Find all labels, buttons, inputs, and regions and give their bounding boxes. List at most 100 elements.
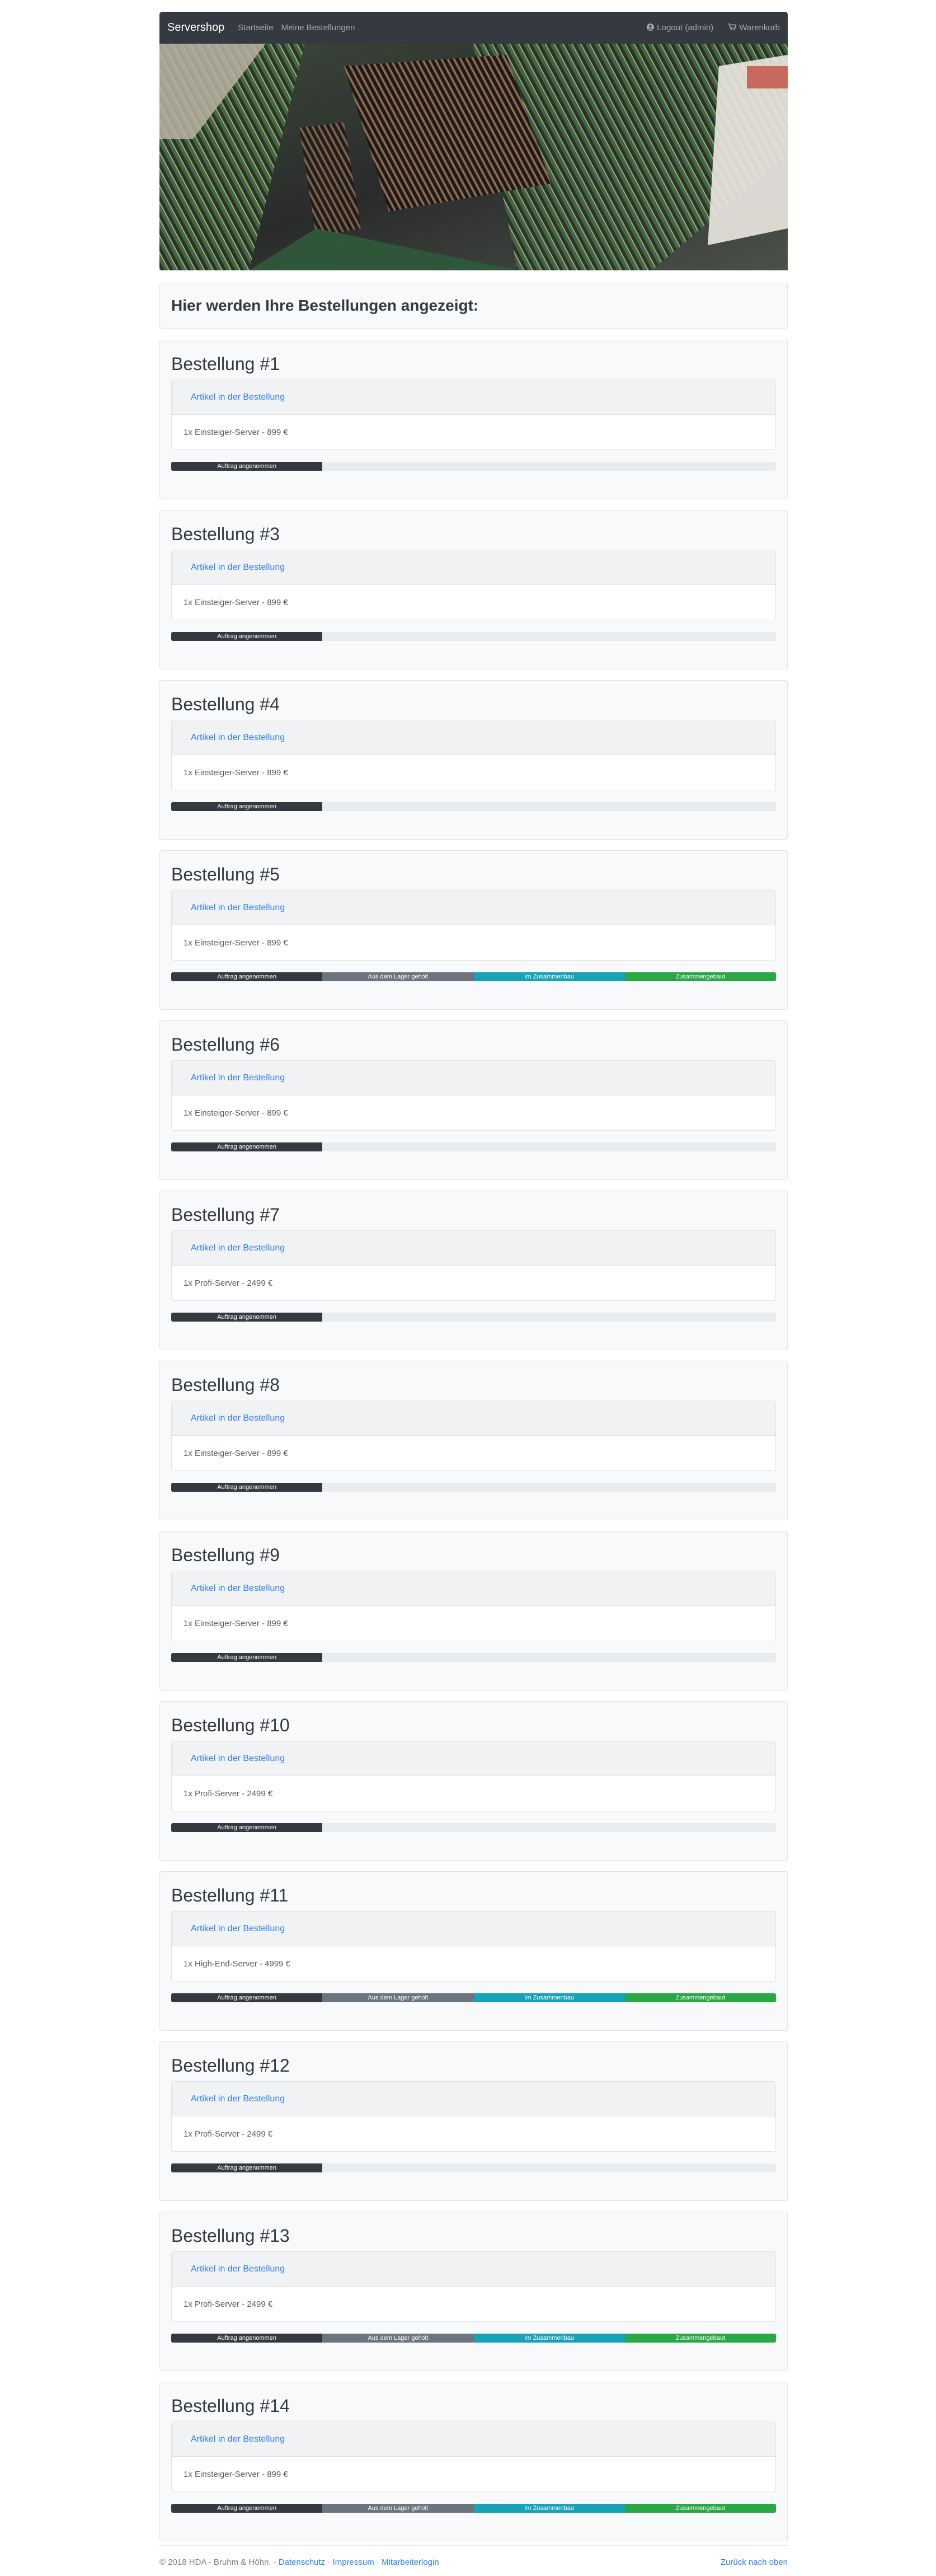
user-icon	[647, 23, 655, 32]
order-item: 1x Profi-Server - 2499 €	[184, 2129, 273, 2139]
logout-link[interactable]: Logout (admin)	[647, 23, 713, 32]
cart-link[interactable]: Warenkorb	[728, 23, 780, 32]
orders-heading-box: Hier werden Ihre Bestellungen angezeigt:	[159, 283, 788, 329]
order-card: Bestellung #7 Artikel in der Bestellung 1x…	[159, 1191, 788, 1350]
order-items-card: Artikel in der Bestellung 1x Einsteiger-S…	[171, 720, 776, 790]
order-items-toggle-link[interactable]: Artikel in der Bestellung	[191, 1413, 285, 1423]
order-items-toggle-link[interactable]: Artikel in der Bestellung	[191, 2434, 285, 2444]
nav-link-startseite[interactable]: Startseite	[238, 23, 273, 32]
order-card: Bestellung #11 Artikel in der Bestellung 1…	[159, 1871, 788, 2031]
footer-link-impressum[interactable]: Impressum	[333, 2558, 374, 2567]
order-items-toggle-link[interactable]: Artikel in der Bestellung	[191, 1924, 285, 1934]
order-items-header: Artikel in der Bestellung	[172, 1571, 775, 1606]
progress-step-4: Zusammengebaut	[624, 972, 776, 981]
nav-link-meine-bestellungen[interactable]: Meine Bestellungen	[281, 23, 355, 32]
order-items-card: Artikel in der Bestellung 1x Profi-Server…	[171, 1230, 776, 1301]
order-items-toggle-link[interactable]: Artikel in der Bestellung	[191, 1754, 285, 1764]
progress-step-1: Auftrag angenommen	[171, 1483, 323, 1492]
order-title: Bestellung #7	[171, 1205, 280, 1225]
order-progress-bar: Auftrag angenommen	[171, 1823, 776, 1832]
orders-list: Bestellung #1 Artikel in der Bestellung 1x…	[159, 340, 788, 2541]
footer-separator: ·	[327, 2557, 331, 2567]
progress-step-1: Auftrag angenommen	[171, 802, 323, 811]
order-items-toggle-link[interactable]: Artikel in der Bestellung	[191, 1243, 285, 1253]
order-items-header: Artikel in der Bestellung	[172, 2422, 775, 2457]
page-title: Hier werden Ihre Bestellungen angezeigt:	[171, 297, 479, 314]
order-items-header: Artikel in der Bestellung	[172, 1061, 775, 1095]
order-item: 1x Einsteiger-Server - 899 €	[184, 427, 288, 437]
order-items-header: Artikel in der Bestellung	[172, 380, 775, 415]
progress-step-1: Auftrag angenommen	[171, 632, 323, 641]
order-items-card: Artikel in der Bestellung 1x Einsteiger-S…	[171, 890, 776, 961]
order-progress-bar: Auftrag angenommen Aus dem Lager geholt Im…	[171, 2334, 776, 2343]
order-items-card: Artikel in der Bestellung 1x Einsteiger-S…	[171, 1401, 776, 1471]
page-container: Servershop Startseite Meine Bestellungen…	[159, 12, 788, 2541]
order-card: Bestellung #12 Artikel in der Bestellung 1…	[159, 2041, 788, 2201]
order-items-card: Artikel in der Bestellung 1x Profi-Server…	[171, 2251, 776, 2322]
cart-icon	[728, 23, 737, 32]
footer-separator: ·	[376, 2557, 379, 2567]
order-item: 1x Profi-Server - 2499 €	[184, 1278, 273, 1288]
order-card: Bestellung #10 Artikel in der Bestellung 1…	[159, 1701, 788, 1861]
order-items-card: Artikel in der Bestellung 1x High-End-Ser…	[171, 1911, 776, 1982]
order-item: 1x Profi-Server - 2499 €	[184, 1788, 273, 1798]
order-items-toggle-link[interactable]: Artikel in der Bestellung	[191, 2094, 285, 2104]
footer: © 2018 HDA - Bruhm & Höhn. - Datenschutz…	[159, 2556, 788, 2568]
progress-step-1: Auftrag angenommen	[171, 972, 323, 981]
order-item: 1x Einsteiger-Server - 899 €	[184, 597, 288, 607]
footer-link-datenschutz[interactable]: Datenschutz	[279, 2558, 325, 2567]
order-title: Bestellung #12	[171, 2055, 290, 2076]
progress-step-1: Auftrag angenommen	[171, 462, 323, 471]
order-item: 1x Einsteiger-Server - 899 €	[184, 1448, 288, 1458]
progress-step-1: Auftrag angenommen	[171, 1993, 323, 2002]
footer-link-mitarbeiterlogin[interactable]: Mitarbeiterlogin	[382, 2558, 439, 2567]
order-progress-bar: Auftrag angenommen	[171, 462, 776, 471]
order-items-toggle-link[interactable]: Artikel in der Bestellung	[191, 2264, 285, 2274]
progress-step-2: Aus dem Lager geholt	[322, 972, 474, 981]
order-items-header: Artikel in der Bestellung	[172, 1912, 775, 1946]
hero-image	[159, 44, 788, 270]
progress-step-4: Zusammengebaut	[624, 2504, 776, 2513]
progress-step-3: Im Zusammenbau	[473, 1993, 625, 2002]
order-title: Bestellung #5	[171, 864, 280, 884]
order-title: Bestellung #11	[171, 1885, 289, 1905]
order-items-header: Artikel in der Bestellung	[172, 2252, 775, 2287]
order-items-toggle-link[interactable]: Artikel in der Bestellung	[191, 1073, 285, 1083]
progress-step-1: Auftrag angenommen	[171, 1142, 323, 1151]
brand-link[interactable]: Servershop	[167, 21, 224, 34]
order-title: Bestellung #10	[171, 1715, 290, 1735]
order-title: Bestellung #4	[171, 694, 280, 714]
order-items-toggle-link[interactable]: Artikel in der Bestellung	[191, 563, 285, 573]
order-items-card: Artikel in der Bestellung 1x Profi-Server…	[171, 1741, 776, 1811]
order-items-header: Artikel in der Bestellung	[172, 2082, 775, 2116]
order-progress-bar: Auftrag angenommen	[171, 2163, 776, 2172]
order-progress-bar: Auftrag angenommen Aus dem Lager geholt Im…	[171, 1993, 776, 2002]
order-items-header: Artikel in der Bestellung	[172, 720, 775, 755]
order-card: Bestellung #8 Artikel in der Bestellung 1x…	[159, 1361, 788, 1520]
order-items-toggle-link[interactable]: Artikel in der Bestellung	[191, 733, 285, 743]
order-progress-bar: Auftrag angenommen	[171, 1313, 776, 1322]
order-progress-bar: Auftrag angenommen	[171, 802, 776, 811]
progress-step-1: Auftrag angenommen	[171, 1823, 323, 1832]
logout-label: Logout (admin)	[657, 23, 714, 32]
order-card: Bestellung #14 Artikel in der Bestellung 1…	[159, 2382, 788, 2541]
order-progress-bar: Auftrag angenommen	[171, 1142, 776, 1151]
cart-label: Warenkorb	[739, 23, 780, 32]
progress-step-2: Aus dem Lager geholt	[322, 2504, 474, 2513]
order-card: Bestellung #1 Artikel in der Bestellung 1x…	[159, 340, 788, 499]
progress-step-2: Aus dem Lager geholt	[322, 1993, 474, 2002]
order-card: Bestellung #3 Artikel in der Bestellung 1x…	[159, 510, 788, 669]
order-items-header: Artikel in der Bestellung	[172, 1401, 775, 1436]
order-items-toggle-link[interactable]: Artikel in der Bestellung	[191, 903, 285, 913]
order-card: Bestellung #6 Artikel in der Bestellung 1x…	[159, 1020, 788, 1180]
order-item: 1x Einsteiger-Server - 899 €	[184, 2469, 288, 2479]
order-progress-bar: Auftrag angenommen	[171, 1653, 776, 1662]
order-title: Bestellung #13	[171, 2226, 290, 2246]
order-items-card: Artikel in der Bestellung 1x Einsteiger-S…	[171, 380, 776, 450]
order-items-toggle-link[interactable]: Artikel in der Bestellung	[191, 1584, 285, 1594]
order-items-toggle-link[interactable]: Artikel in der Bestellung	[191, 392, 285, 402]
navbar-right: Logout (admin) Warenkorb	[632, 23, 780, 32]
order-progress-bar: Auftrag angenommen	[171, 1483, 776, 1492]
order-items-card: Artikel in der Bestellung 1x Einsteiger-S…	[171, 550, 776, 620]
back-to-top-link[interactable]: Zurück nach oben	[721, 2558, 788, 2567]
